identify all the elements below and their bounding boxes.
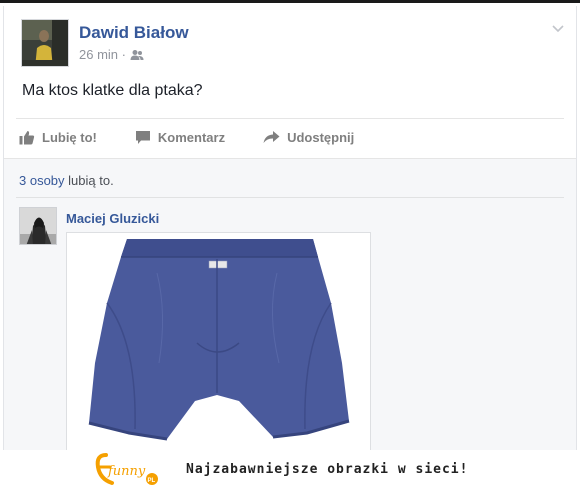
post-text: Ma ktos klatke dla ptaka? [22,82,203,99]
chevron-down-icon[interactable] [550,20,566,36]
post-card: Dawid Białow 26 min · Ma ktos klatke dla… [3,6,577,455]
comment-image[interactable] [66,232,371,455]
comment-button[interactable]: Komentarz [135,130,225,145]
comment-bubble-icon [135,130,150,144]
divider [16,197,564,198]
post-time[interactable]: 26 min · [79,47,126,62]
comment-label: Komentarz [157,129,226,145]
logo-badge: PL [148,478,156,484]
like-button[interactable]: Lubię to! [19,130,97,145]
commenter-avatar[interactable] [19,207,57,245]
likes-count-link[interactable]: 3 osoby [19,173,65,188]
post-author[interactable]: Dawid Białow [79,23,189,43]
share-arrow-icon [263,131,280,143]
thumbs-up-icon [19,130,35,144]
share-button[interactable]: Udostępnij [263,130,354,145]
divider [16,118,564,119]
commenter-name[interactable]: Maciej Gluzicki [66,211,159,226]
likes-summary: 3 osoby lubią to. [19,173,114,188]
boxer-shorts-photo [67,233,370,455]
post-actions: Lubię to! Komentarz Udostępnij [19,126,392,148]
author-avatar-image [22,20,68,66]
funny-pl-logo: funny PL [95,453,158,485]
logo-text: funny [107,464,146,479]
friends-icon[interactable] [130,49,144,61]
feedback-area: 3 osoby lubią to. Maciej Gluzicki [4,158,576,455]
likes-suffix: lubią to. [64,173,114,188]
commenter-avatar-image [20,208,56,244]
screenshot-frame: Dawid Białow 26 min · Ma ktos klatke dla… [0,0,580,455]
like-label: Lubię to! [42,129,97,145]
author-avatar[interactable] [21,19,69,67]
watermark-tagline: Najzabawniejsze obrazki w sieci! [186,462,469,477]
post-meta: 26 min · [79,47,144,62]
share-label: Udostępnij [287,129,355,145]
